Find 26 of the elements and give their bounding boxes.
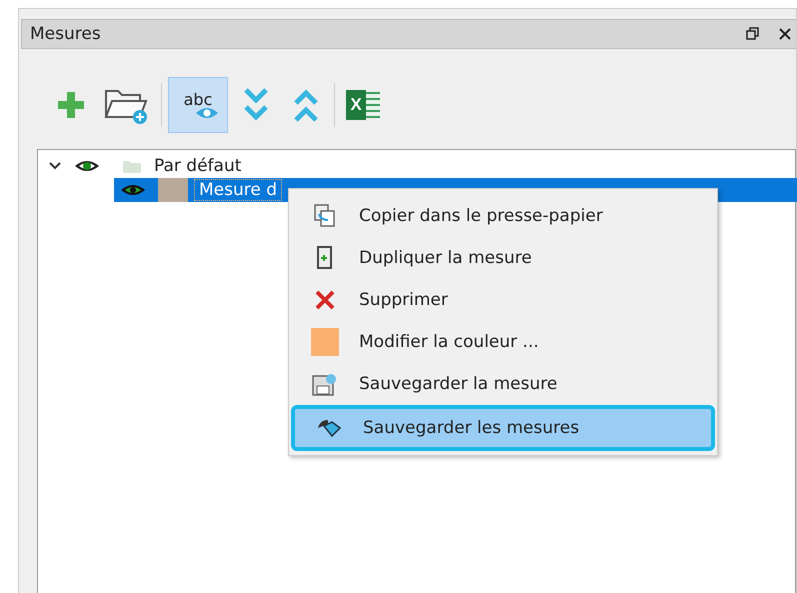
eye-icon[interactable] (74, 159, 100, 173)
menu-item[interactable]: Sauvegarder les mesures (291, 405, 715, 451)
tree-group-label[interactable]: Par défaut (154, 156, 242, 176)
restore-icon[interactable] (746, 27, 760, 41)
disk-icon (312, 372, 338, 396)
double-chevron-up-icon (293, 87, 319, 123)
copy-icon (314, 204, 336, 228)
delete-icon (315, 290, 335, 310)
measure-label: Mesure d (194, 179, 282, 201)
folder-icon (122, 158, 142, 174)
menu-item[interactable]: Modifier la couleur ... (291, 321, 715, 363)
double-chevron-down-icon (243, 87, 269, 123)
menu-item[interactable]: Copier dans le presse-papier (291, 195, 715, 237)
close-icon[interactable] (778, 27, 792, 41)
labels-text: abc (184, 90, 212, 108)
labels-button[interactable]: abc (168, 77, 228, 133)
menu-item[interactable]: Dupliquer la mesure (291, 237, 715, 279)
menu-item[interactable]: Supprimer (291, 279, 715, 321)
plus-icon (56, 90, 86, 120)
square-icon (311, 328, 339, 356)
chevron-icon[interactable] (48, 161, 62, 171)
panel-title: Mesures (30, 24, 102, 44)
save-icon (316, 418, 342, 438)
eye-icon (195, 106, 219, 120)
menu-item[interactable]: Sauvegarder la mesure (291, 363, 715, 405)
document-icon (317, 246, 333, 270)
